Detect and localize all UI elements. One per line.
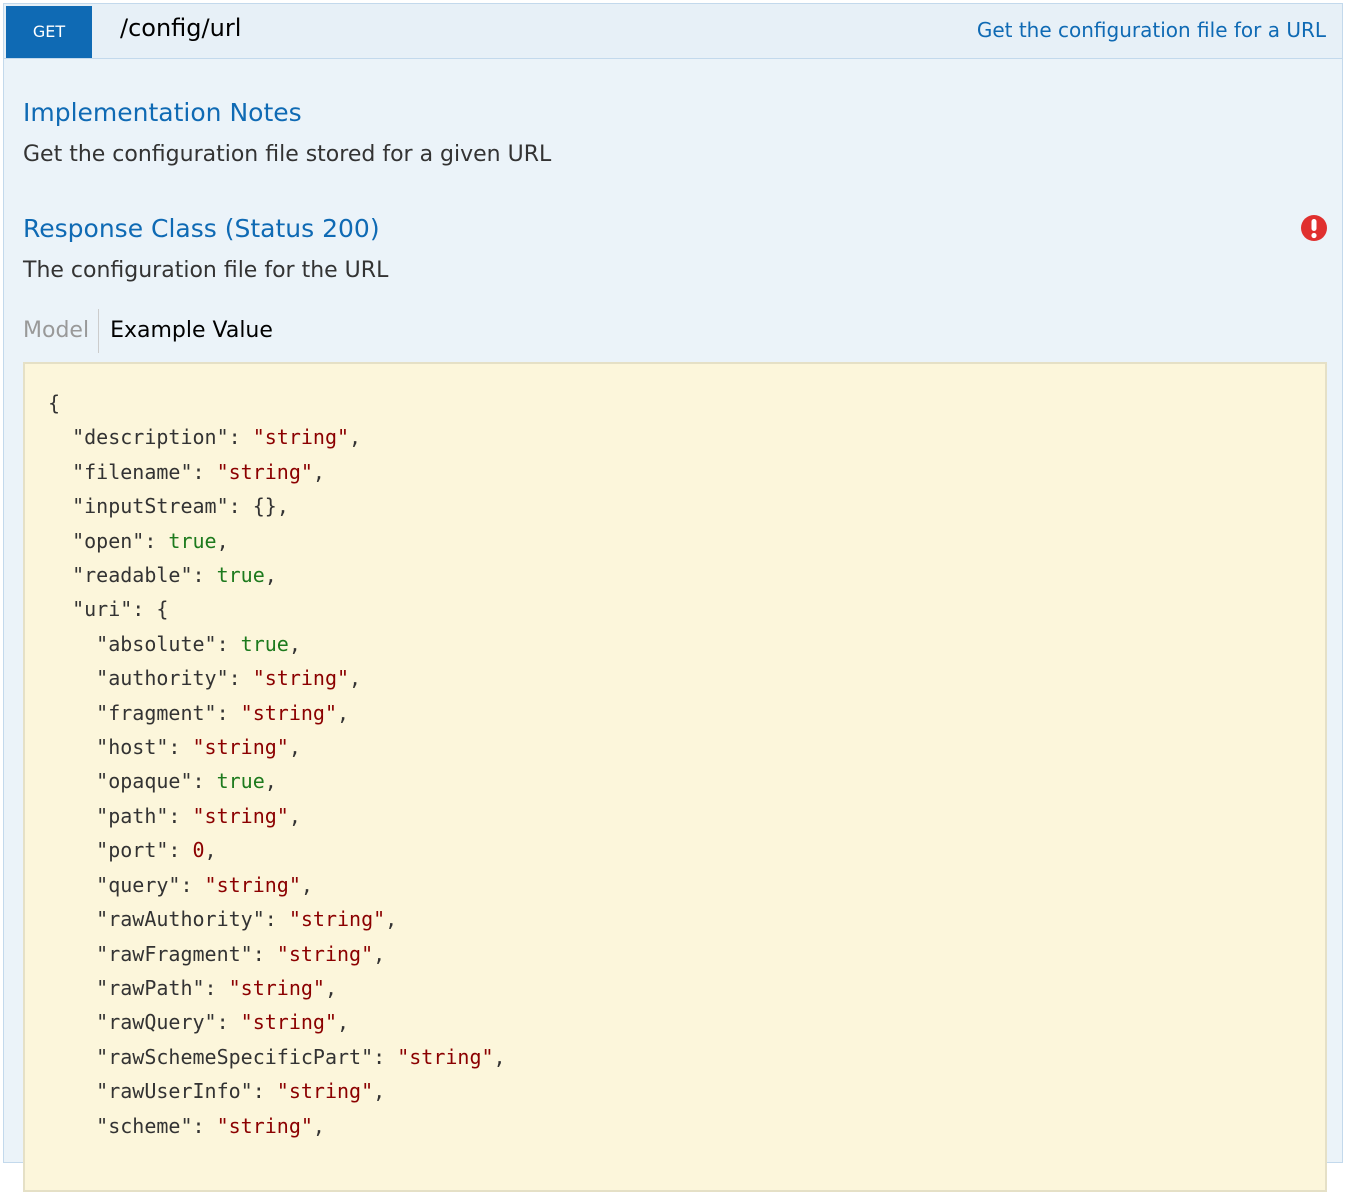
json-value: "string"	[216, 459, 313, 484]
json-key: "absolute":	[96, 631, 241, 656]
json-key: "query":	[96, 872, 205, 897]
json-line: "port": 0,	[96, 838, 217, 863]
json-value: true	[240, 631, 289, 656]
json-line: "rawFragment": "string",	[96, 941, 386, 966]
json-line: "fragment": "string",	[96, 700, 350, 725]
json-value: "string"	[252, 425, 350, 450]
json-value: "string"	[192, 803, 289, 828]
json-line: "path": "string",	[96, 803, 301, 828]
json-key: "rawQuery":	[96, 1010, 241, 1035]
json-line: "filename": "string",	[72, 459, 325, 484]
json-key: "open":	[72, 528, 169, 553]
json-key: "scheme":	[96, 1113, 217, 1138]
json-value: "string"	[216, 1113, 313, 1138]
json-value: "string"	[192, 735, 289, 760]
json-key: "inputStream":	[72, 494, 253, 519]
json-value: {	[156, 597, 169, 622]
operation-panel: GET /config/url Get the configuration fi…	[3, 3, 1343, 1192]
json-key: "filename":	[72, 459, 217, 484]
json-value: "string"	[276, 941, 374, 966]
json-value: "string"	[252, 666, 350, 691]
json-key: "readable":	[72, 563, 217, 588]
json-value: "string"	[397, 1044, 494, 1069]
json-value: "string"	[288, 907, 386, 932]
json-line: "rawPath": "string",	[96, 975, 337, 1000]
json-value: {}	[252, 494, 277, 519]
json-line: "host": "string",	[96, 735, 301, 760]
implementation-notes-heading: Implementation Notes	[23, 98, 302, 127]
error-icon[interactable]	[1300, 214, 1328, 242]
json-value: "string"	[240, 700, 337, 725]
json-value: true	[216, 769, 265, 794]
json-line: "rawAuthority": "string",	[96, 907, 398, 932]
operation-summary-link[interactable]: Get the configuration file for a URL	[977, 18, 1326, 42]
json-value: "string"	[240, 1010, 337, 1035]
implementation-notes-text: Get the configuration file stored for a …	[23, 142, 552, 167]
response-class-text: The configuration file for the URL	[23, 258, 389, 283]
example-json: { "description": "string", "filename": "…	[48, 386, 506, 1143]
json-key: "rawPath":	[96, 975, 229, 1000]
json-key: "description":	[72, 425, 253, 450]
tab-model[interactable]: Model	[23, 309, 100, 353]
json-line: "rawUserInfo": "string",	[96, 1079, 386, 1104]
json-line: {	[48, 391, 61, 415]
json-line: "authority": "string",	[96, 666, 362, 691]
http-method-badge[interactable]: GET	[6, 6, 92, 58]
json-value: "string"	[276, 1079, 374, 1104]
json-key: "path":	[96, 803, 193, 828]
json-line: "rawQuery": "string",	[96, 1010, 350, 1035]
json-key: "host":	[96, 735, 193, 760]
json-key: "rawUserInfo":	[96, 1079, 277, 1104]
json-line: "inputStream": {},	[72, 494, 289, 519]
json-line: "readable": true,	[72, 563, 277, 588]
json-key: "uri":	[72, 597, 157, 622]
json-key: "authority":	[96, 666, 253, 691]
model-example-tabs: Model Example Value	[23, 309, 273, 353]
json-value: true	[168, 528, 217, 553]
json-key: "rawAuthority":	[96, 907, 289, 932]
json-line: "rawSchemeSpecificPart": "string",	[96, 1044, 506, 1069]
json-value: 0	[192, 838, 205, 863]
json-key: "port":	[96, 838, 193, 863]
example-value-code-box[interactable]: { "description": "string", "filename": "…	[23, 362, 1327, 1192]
json-key: "opaque":	[96, 769, 217, 794]
tab-example-value[interactable]: Example Value	[99, 309, 273, 353]
operation-header[interactable]: GET /config/url Get the configuration fi…	[4, 4, 1342, 59]
json-value: "string"	[204, 872, 301, 897]
json-line: "open": true,	[72, 528, 229, 553]
endpoint-path[interactable]: /config/url	[120, 14, 241, 42]
json-line: "opaque": true,	[96, 769, 277, 794]
json-key: "rawFragment":	[96, 941, 277, 966]
json-key: "fragment":	[96, 700, 241, 725]
response-class-heading: Response Class (Status 200)	[23, 214, 380, 243]
json-line: "description": "string",	[72, 425, 362, 450]
json-line: "absolute": true,	[96, 631, 301, 656]
json-line: "scheme": "string",	[96, 1113, 325, 1138]
json-value: "string"	[228, 975, 325, 1000]
json-value: true	[216, 563, 265, 588]
json-line: "query": "string",	[96, 872, 313, 897]
json-line: "uri": {	[48, 597, 168, 621]
json-key: "rawSchemeSpecificPart":	[96, 1044, 398, 1069]
